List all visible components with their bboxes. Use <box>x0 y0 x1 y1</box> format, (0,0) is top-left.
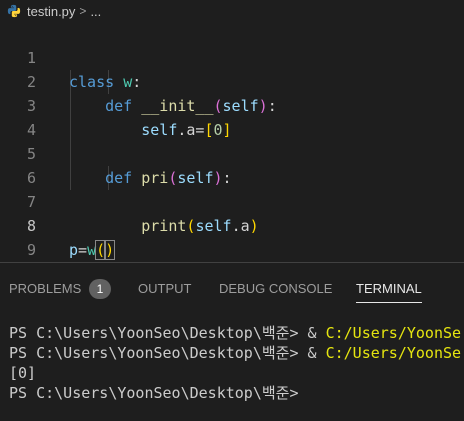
vscode-window: testin.py > ... 1 class w: 2 def __init_… <box>0 0 464 421</box>
tab-terminal[interactable]: TERMINAL <box>356 279 422 299</box>
code-editor[interactable]: 1 class w: 2 def __init__(self): 3 self.… <box>0 22 464 283</box>
terminal-line: PS C:\Users\YoonSeo\Desktop\백준> & C:/Use… <box>9 344 462 362</box>
code-line-active[interactable]: 8 p=w() <box>0 190 464 260</box>
chevron-right-icon: > <box>79 4 87 18</box>
panel-tabs: PROBLEMS 1 OUTPUT DEBUG CONSOLE TERMINAL <box>0 263 464 313</box>
code-line[interactable]: 1 class w: <box>0 22 464 91</box>
problems-count-badge: 1 <box>89 279 111 299</box>
tab-output[interactable]: OUTPUT <box>138 279 191 299</box>
tab-debug-console[interactable]: DEBUG CONSOLE <box>219 279 332 299</box>
breadcrumb-file[interactable]: testin.py <box>27 4 75 19</box>
terminal-line: PS C:\Users\YoonSeo\Desktop\백준> & C:/Use… <box>9 324 462 342</box>
code-line[interactable]: 4 <box>0 94 464 139</box>
terminal-line: [0] <box>9 364 37 382</box>
code-line[interactable]: 3 self.a=[0] <box>0 70 464 139</box>
python-icon <box>6 3 22 19</box>
code-line[interactable]: 10 <box>0 238 464 283</box>
breadcrumb-ellipsis[interactable]: ... <box>90 4 101 19</box>
code-line[interactable]: 5 def pri(self): <box>0 118 464 187</box>
terminal-line: PS C:\Users\YoonSeo\Desktop\백준> <box>9 384 299 402</box>
code-line[interactable]: 2 def __init__(self): <box>0 46 464 115</box>
tab-problems[interactable]: PROBLEMS <box>9 279 81 299</box>
bottom-panel: PROBLEMS 1 OUTPUT DEBUG CONSOLE TERMINAL… <box>0 262 464 421</box>
breadcrumb: testin.py > ... <box>0 0 464 22</box>
code-line[interactable]: 9 p.pri() <box>0 214 464 283</box>
code-line[interactable]: 7 print(self.a) <box>0 166 464 235</box>
active-tab-indicator <box>356 302 422 303</box>
terminal-output[interactable]: PS C:\Users\YoonSeo\Desktop\백준> & C:/Use… <box>9 323 464 403</box>
code-line[interactable]: 6 <box>0 142 464 187</box>
